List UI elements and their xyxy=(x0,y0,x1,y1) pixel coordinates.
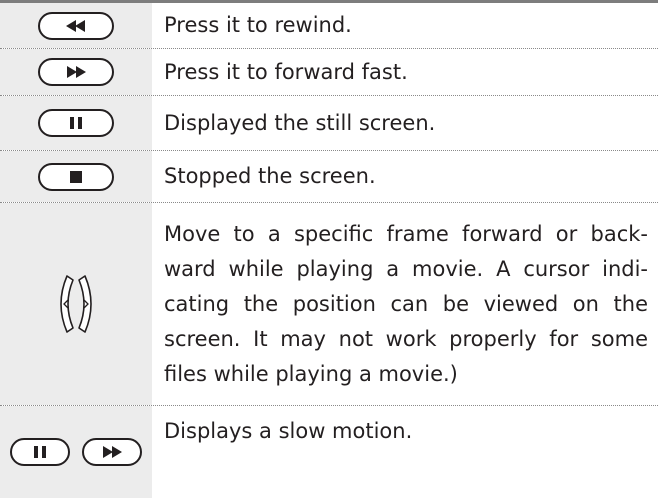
table-row: Displays a slow motion. xyxy=(0,406,658,498)
stop-button[interactable] xyxy=(38,162,114,191)
fast-forward-icon xyxy=(103,446,122,458)
icon-cell xyxy=(0,96,152,150)
rewind-button[interactable] xyxy=(38,11,114,40)
fast-forward-button[interactable] xyxy=(38,58,114,86)
rewind-icon xyxy=(66,19,85,32)
table-row: Press it to rewind. xyxy=(0,3,658,49)
icon-cell xyxy=(0,203,152,405)
icon-cell xyxy=(0,406,152,498)
table-row: Stopped the screen. xyxy=(0,151,658,203)
remote-control-button-table: Press it to rewind. Press it to forward … xyxy=(0,0,658,498)
icon-cell xyxy=(0,151,152,202)
slow-motion-button-pair xyxy=(10,438,142,466)
stop-icon xyxy=(70,170,82,183)
pause-icon xyxy=(34,446,46,458)
left-right-arrows-icon[interactable] xyxy=(53,273,99,335)
fast-forward-button[interactable] xyxy=(82,438,142,466)
table-row: Press it to forward fast. xyxy=(0,49,658,96)
description-text: Press it to forward fast. xyxy=(164,59,408,84)
icon-cell xyxy=(0,49,152,95)
icon-cell xyxy=(0,3,152,48)
description-text: Displays a slow motion. xyxy=(164,419,413,443)
description-text: Press it to rewind. xyxy=(164,13,352,37)
table-row: Move to a specific frame forward or back… xyxy=(0,203,658,406)
pause-icon xyxy=(70,117,82,129)
pause-button[interactable] xyxy=(10,438,70,466)
pause-button[interactable] xyxy=(38,109,114,137)
description-text: Displayed the still screen. xyxy=(164,110,436,135)
table-row: Displayed the still screen. xyxy=(0,96,658,151)
description-text: Stopped the screen. xyxy=(164,164,376,188)
fast-forward-icon xyxy=(67,66,86,78)
description-text: Move to a specific frame forward or back… xyxy=(164,221,648,386)
